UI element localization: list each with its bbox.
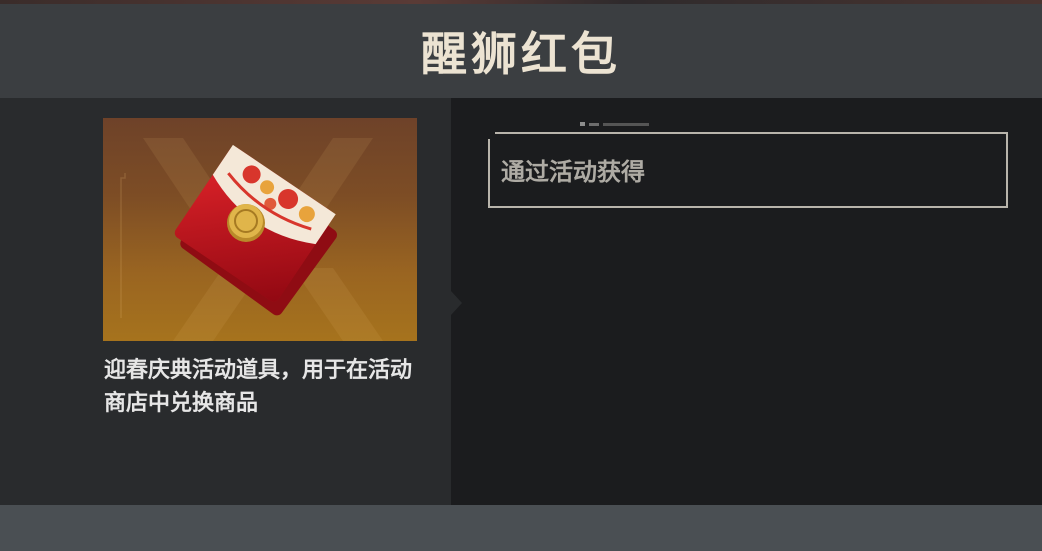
header-bar: 醒狮红包 <box>0 4 1042 98</box>
panel-divider-arrow <box>451 291 462 315</box>
page-title: 醒狮红包 <box>421 27 621 81</box>
item-detail-screen: 醒狮红包 迎春庆典活动道具，用于在活动商店中兑换商品 通过活动获得 <box>0 0 1042 551</box>
item-description: 迎春庆典活动道具，用于在活动商店中兑换商品 <box>104 358 413 416</box>
decorative-serial-label <box>580 120 660 128</box>
source-entry[interactable]: 通过活动获得 <box>487 131 1008 208</box>
item-info-panel: 迎春庆典活动道具，用于在活动商店中兑换商品 <box>0 98 451 505</box>
red-envelope-icon <box>120 138 383 341</box>
source-label: 通过活动获得 <box>501 158 645 186</box>
item-source-panel: 通过活动获得 <box>451 98 1042 505</box>
corner-notch <box>487 131 495 139</box>
item-image <box>103 118 417 341</box>
footer-bar <box>0 505 1042 551</box>
